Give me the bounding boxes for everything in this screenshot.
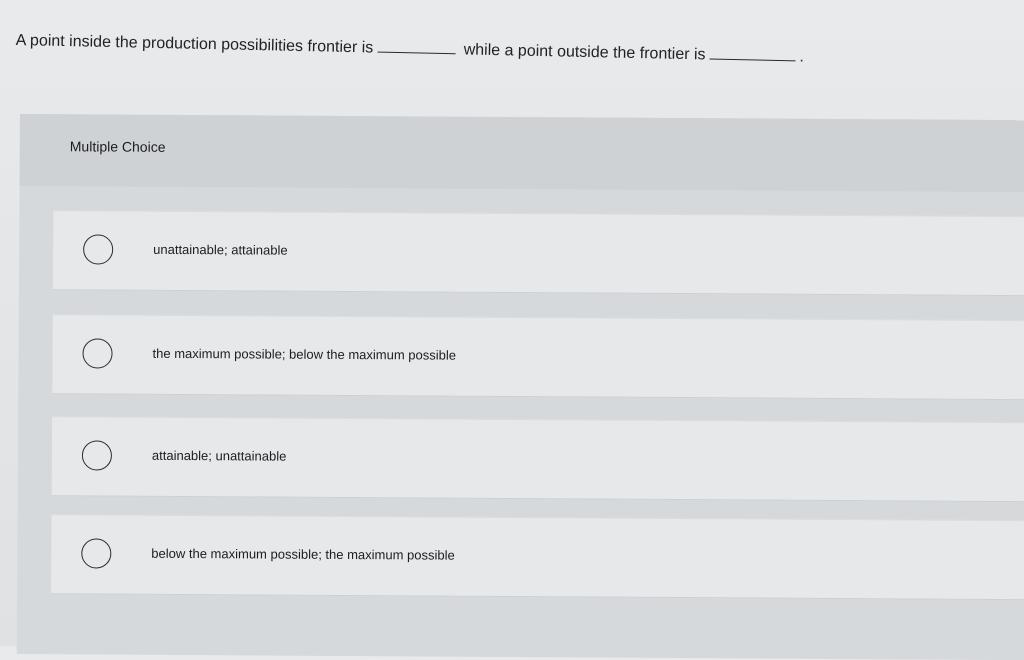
question-text: A point inside the production possibilit…: [16, 30, 1016, 73]
option-2-label: the maximum possible; below the maximum …: [152, 345, 457, 363]
answer-blank-2: [709, 44, 796, 62]
multiple-choice-panel: Multiple Choice unattainable; attainable…: [16, 114, 1024, 660]
option-1-label: unattainable; attainable: [153, 241, 288, 258]
option-4-label: below the maximum possible; the maximum …: [151, 545, 455, 563]
option-3-label: attainable; unattainable: [151, 447, 287, 464]
question-part2: while a point outside the frontier is: [463, 41, 706, 64]
question-end: .: [799, 48, 805, 66]
radio-button-1[interactable]: [83, 234, 114, 265]
option-4[interactable]: below the maximum possible; the maximum …: [51, 514, 1024, 601]
multiple-choice-label: Multiple Choice: [69, 138, 166, 155]
option-1[interactable]: unattainable; attainable: [52, 210, 1024, 297]
option-3[interactable]: attainable; unattainable: [51, 416, 1024, 503]
question-part1: A point inside the production possibilit…: [15, 31, 374, 57]
option-2[interactable]: the maximum possible; below the maximum …: [52, 314, 1024, 401]
answer-blank-1: [377, 37, 456, 55]
radio-button-4[interactable]: [81, 538, 112, 569]
radio-button-2[interactable]: [82, 338, 113, 369]
radio-button-3[interactable]: [81, 440, 113, 471]
panel-header: Multiple Choice: [19, 114, 1024, 193]
